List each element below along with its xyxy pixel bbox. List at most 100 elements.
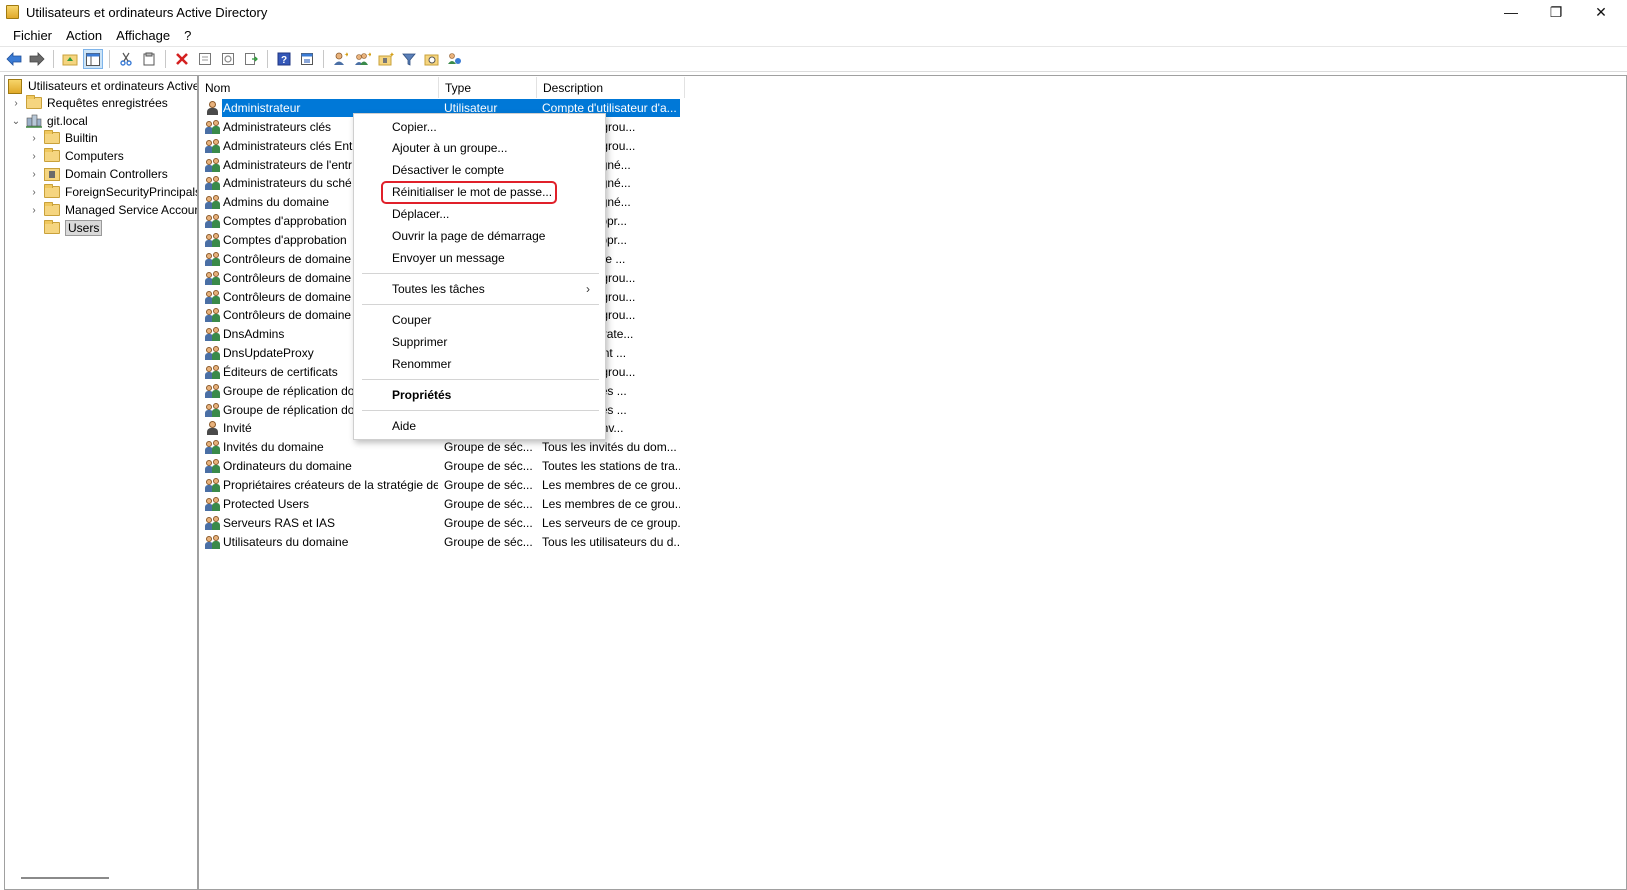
- ctx-cut[interactable]: Couper: [355, 309, 604, 331]
- cell-description: Tous les invités du dom...: [542, 440, 677, 454]
- up-folder-icon[interactable]: [60, 49, 80, 69]
- column-header-type[interactable]: Type: [439, 77, 537, 98]
- chevron-right-icon[interactable]: ›: [28, 204, 40, 216]
- column-header-description[interactable]: Description: [537, 77, 685, 98]
- ctx-open-home-page[interactable]: Ouvrir la page de démarrage: [355, 225, 604, 247]
- chevron-right-icon[interactable]: ›: [28, 168, 40, 180]
- new-group-icon[interactable]: ✦: [353, 49, 373, 69]
- table-row[interactable]: Propriétaires créateurs de la stratégie …: [200, 476, 680, 494]
- chevron-right-icon[interactable]: ›: [28, 186, 40, 198]
- svg-text:?: ?: [281, 55, 287, 66]
- menu-bar: Fichier Action Affichage ?: [0, 25, 1627, 45]
- tree-item-label: Managed Service Accour: [65, 203, 198, 217]
- find-icon[interactable]: [422, 49, 442, 69]
- group-icon: [205, 232, 221, 248]
- cell-name: Ordinateurs du domaine: [223, 459, 352, 473]
- table-row[interactable]: Utilisateurs du domaine Groupe de séc... T…: [200, 533, 680, 551]
- minimize-button[interactable]: —: [1488, 0, 1534, 24]
- horizontal-scrollbar[interactable]: [21, 877, 109, 879]
- tree-item-domain[interactable]: ⌄ git.local: [10, 112, 88, 130]
- tree-item-foreign-security-principals[interactable]: › ForeignSecurityPrincipals: [28, 183, 198, 201]
- cut-icon[interactable]: [116, 49, 136, 69]
- copy-icon[interactable]: [139, 49, 159, 69]
- folder-icon: [44, 130, 60, 144]
- maximize-button[interactable]: ❐: [1533, 0, 1579, 24]
- group-icon: [205, 383, 221, 399]
- ctx-delete[interactable]: Supprimer: [355, 331, 604, 353]
- back-arrow-icon[interactable]: [4, 49, 24, 69]
- table-row[interactable]: Protected Users Groupe de séc... Les membr…: [200, 495, 680, 513]
- ctx-disable-account[interactable]: Désactiver le compte: [355, 159, 604, 181]
- group-icon: [205, 194, 221, 210]
- tree-item-saved-queries[interactable]: › Requêtes enregistrées: [10, 94, 168, 112]
- tree-item-label: Requêtes enregistrées: [47, 96, 168, 110]
- user-icon: [205, 100, 221, 116]
- tree-item-label: git.local: [47, 114, 88, 128]
- new-ou-icon[interactable]: ✦: [376, 49, 396, 69]
- ctx-all-tasks[interactable]: Toutes les tâches ›: [355, 278, 604, 300]
- filter-icon[interactable]: [399, 49, 419, 69]
- tree-item-builtin[interactable]: › Builtin: [28, 129, 98, 147]
- ctx-rename[interactable]: Renommer: [355, 353, 604, 375]
- group-icon: [205, 439, 221, 455]
- tree-item-domain-controllers[interactable]: › Domain Controllers: [28, 165, 167, 183]
- menu-fichier[interactable]: Fichier: [6, 28, 59, 43]
- cell-description: Les serveurs de ce group...: [542, 516, 680, 530]
- tree-item-users[interactable]: Users: [44, 219, 103, 237]
- menu-action[interactable]: Action: [59, 28, 109, 43]
- tree-root[interactable]: Utilisateurs et ordinateurs Active: [8, 77, 197, 95]
- ctx-add-to-group[interactable]: Ajouter à un groupe...: [355, 137, 604, 159]
- ctx-help[interactable]: Aide: [355, 415, 604, 437]
- column-header-nom[interactable]: Nom: [199, 77, 439, 98]
- menu-affichage[interactable]: Affichage: [109, 28, 177, 43]
- tree-item-computers[interactable]: › Computers: [28, 147, 124, 165]
- add-to-group-icon[interactable]: [445, 49, 465, 69]
- cell-type: Groupe de séc...: [444, 440, 533, 454]
- group-icon: [205, 270, 221, 286]
- new-user-icon[interactable]: ✦: [330, 49, 350, 69]
- ctx-properties[interactable]: Propriétés: [355, 384, 604, 406]
- group-icon: [205, 119, 221, 135]
- menu-separator: [362, 410, 599, 411]
- help-icon[interactable]: ?: [274, 49, 294, 69]
- chevron-right-icon[interactable]: ›: [28, 150, 40, 162]
- group-icon: [205, 326, 221, 342]
- group-icon: [205, 157, 221, 173]
- tree-item-label: Users: [65, 220, 103, 236]
- ctx-send-mail[interactable]: Envoyer un message: [355, 247, 604, 269]
- chevron-right-icon[interactable]: ›: [10, 97, 22, 109]
- group-icon: [205, 477, 221, 493]
- close-button[interactable]: ✕: [1578, 0, 1624, 24]
- ctx-move[interactable]: Déplacer...: [355, 203, 604, 225]
- context-menu: Copier... Ajouter à un groupe... Désacti…: [353, 113, 606, 440]
- group-icon: [205, 496, 221, 512]
- refresh-icon[interactable]: [218, 49, 238, 69]
- table-row[interactable]: Serveurs RAS et IAS Groupe de séc... Les s…: [200, 514, 680, 532]
- group-icon: [205, 289, 221, 305]
- cell-description: Les membres de ce grou...: [542, 497, 680, 511]
- tree-item-managed-service-accounts[interactable]: › Managed Service Accour: [28, 201, 198, 219]
- show-hide-console-tree-icon[interactable]: [83, 49, 103, 69]
- menu-help[interactable]: ?: [177, 28, 198, 43]
- export-list-icon[interactable]: [241, 49, 261, 69]
- chevron-right-icon[interactable]: ›: [28, 132, 40, 144]
- delete-icon[interactable]: [172, 49, 192, 69]
- console-help-icon[interactable]: [297, 49, 317, 69]
- cell-type: Groupe de séc...: [444, 497, 533, 511]
- group-icon: [205, 515, 221, 531]
- menu-separator: [362, 304, 599, 305]
- cell-type: Groupe de séc...: [444, 478, 533, 492]
- cell-description: Les membres de ce grou...: [542, 478, 680, 492]
- tree-item-label: Builtin: [65, 131, 98, 145]
- properties-icon[interactable]: [195, 49, 215, 69]
- table-row[interactable]: Ordinateurs du domaine Groupe de séc... To…: [200, 457, 680, 475]
- chevron-down-icon[interactable]: ⌄: [10, 115, 22, 127]
- svg-text:✦: ✦: [389, 52, 394, 59]
- table-row[interactable]: Invités du domaine Groupe de séc... Tous l…: [200, 438, 680, 456]
- console-tree[interactable]: Utilisateurs et ordinateurs Active › Req…: [4, 75, 198, 890]
- tree-item-label: ForeignSecurityPrincipals: [65, 185, 198, 199]
- cell-type: Groupe de séc...: [444, 516, 533, 530]
- ctx-copy[interactable]: Copier...: [355, 116, 604, 138]
- group-icon: [205, 175, 221, 191]
- forward-arrow-icon[interactable]: [27, 49, 47, 69]
